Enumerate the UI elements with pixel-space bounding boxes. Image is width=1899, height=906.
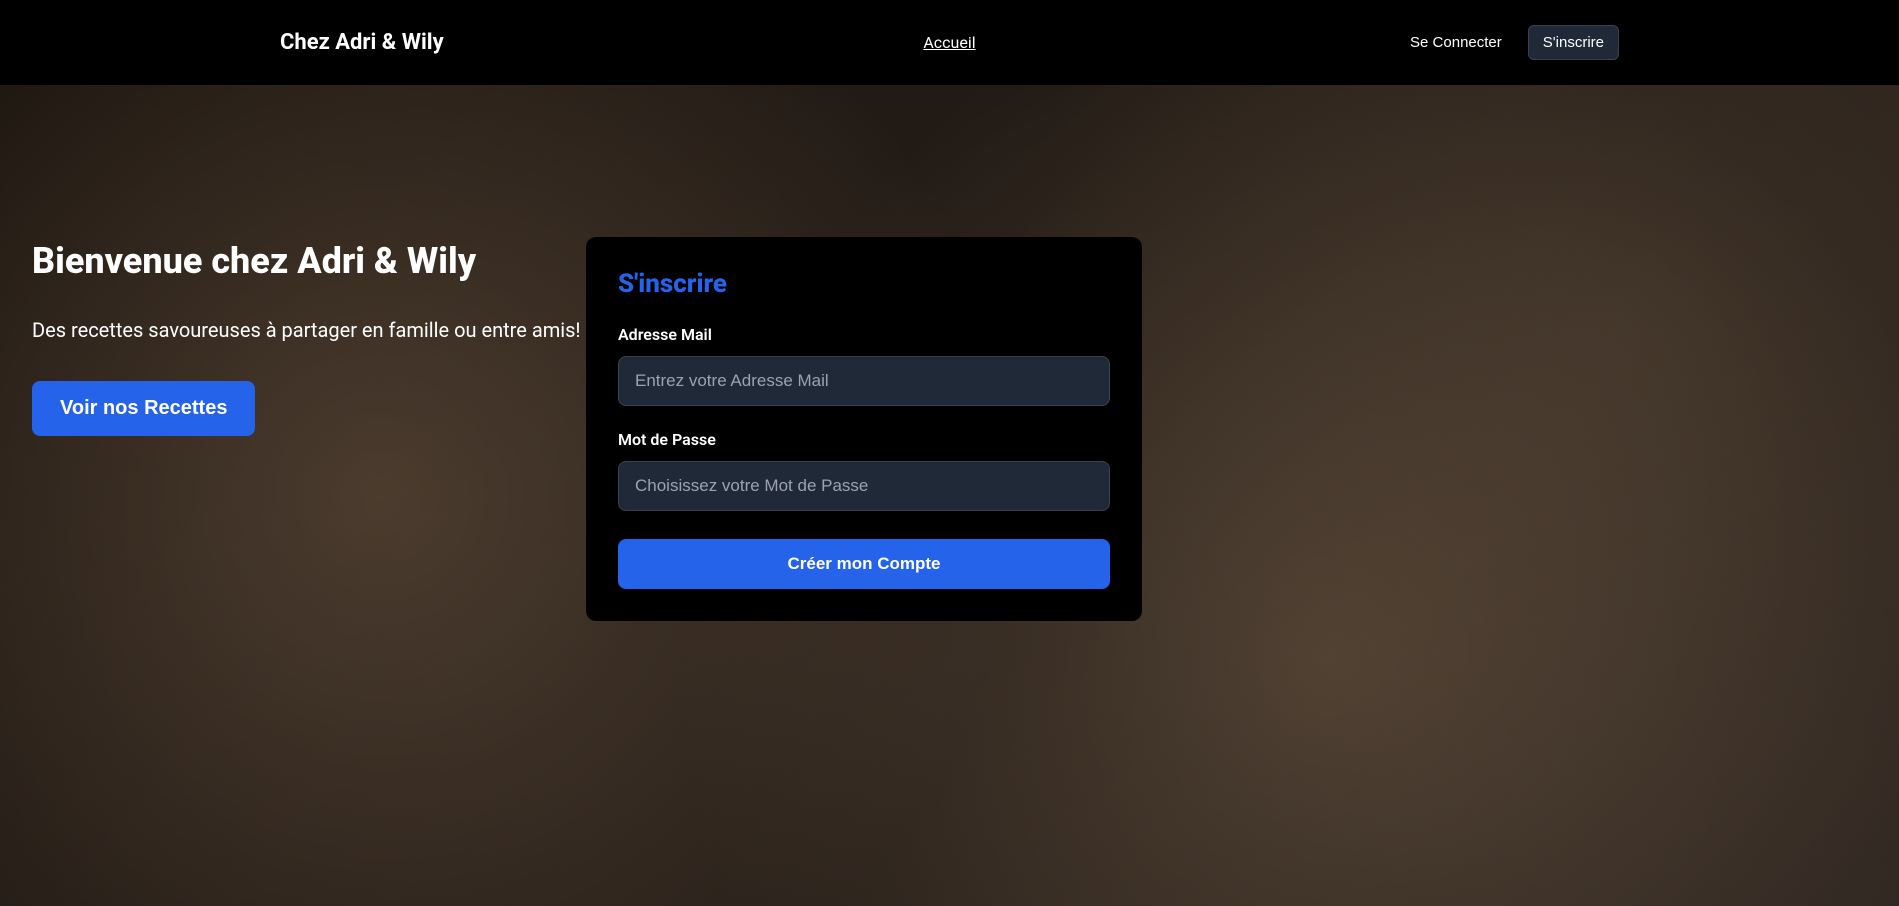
signup-nav-button[interactable]: S'inscrire	[1528, 25, 1619, 60]
login-button[interactable]: Se Connecter	[1396, 26, 1516, 59]
hero-left: Bienvenue chez Adri & Wily Des recettes …	[32, 85, 587, 906]
password-label: Mot de Passe	[618, 430, 1110, 449]
hero-title: Bienvenue chez Adri & Wily	[32, 240, 587, 283]
signup-card: S'inscrire Adresse Mail Mot de Passe Cré…	[586, 237, 1142, 621]
hero-section: Bienvenue chez Adri & Wily Des recettes …	[0, 85, 1899, 906]
email-input[interactable]	[618, 356, 1110, 406]
password-input[interactable]	[618, 461, 1110, 511]
hero-content: Bienvenue chez Adri & Wily Des recettes …	[0, 85, 1899, 906]
header: Chez Adri & Wily Accueil Se Connecter S'…	[0, 0, 1899, 85]
view-recipes-button[interactable]: Voir nos Recettes	[32, 381, 255, 436]
hero-subtitle: Des recettes savoureuses à partager en f…	[32, 315, 587, 345]
signup-title: S'inscrire	[618, 269, 1110, 299]
nav-center: Accueil	[923, 33, 975, 52]
email-label: Adresse Mail	[618, 325, 1110, 344]
create-account-button[interactable]: Créer mon Compte	[618, 539, 1110, 589]
password-form-group: Mot de Passe	[618, 430, 1110, 511]
nav-link-home[interactable]: Accueil	[923, 33, 975, 52]
nav-right: Se Connecter S'inscrire	[1396, 25, 1619, 60]
site-logo[interactable]: Chez Adri & Wily	[280, 30, 444, 55]
email-form-group: Adresse Mail	[618, 325, 1110, 406]
